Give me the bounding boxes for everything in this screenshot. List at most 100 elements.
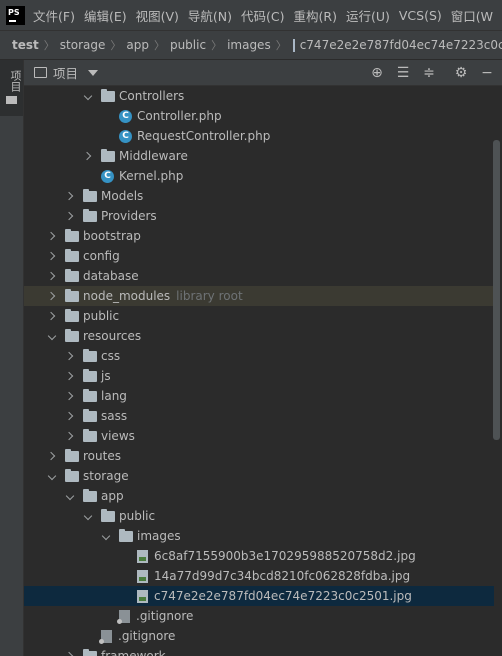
tree-file-row[interactable]: 6c8af7155900b3e170295988520758d2.jpg: [24, 546, 494, 566]
tree-folder-row[interactable]: database: [24, 266, 494, 286]
tree-item-label: routes: [83, 449, 121, 463]
tree-file-row[interactable]: .gitignore: [24, 606, 494, 626]
chevron-down-icon[interactable]: [84, 511, 94, 521]
tree-folder-row[interactable]: public: [24, 306, 494, 326]
menu-window[interactable]: 窗口(W: [451, 6, 493, 25]
chevron-right-icon[interactable]: [48, 251, 58, 261]
tree-folder-row[interactable]: views: [24, 426, 494, 446]
image-file-icon: [137, 549, 148, 563]
tree-file-row[interactable]: 14a77d99d7c34bcd8210fc062828fdba.jpg: [24, 566, 494, 586]
breadcrumb-item-storage[interactable]: storage: [60, 38, 106, 52]
tree-folder-row[interactable]: sass: [24, 406, 494, 426]
folder-icon: [83, 648, 97, 656]
folder-icon: [83, 408, 97, 422]
chevron-right-icon[interactable]: [66, 431, 76, 441]
tree-scrollbar[interactable]: [493, 140, 500, 440]
tree-folder-row[interactable]: config: [24, 246, 494, 266]
breadcrumb-item-images[interactable]: images: [227, 38, 271, 52]
tree-folder-row[interactable]: bootstrap: [24, 226, 494, 246]
locate-icon[interactable]: ⊕: [369, 65, 385, 81]
tree-item-label: Kernel.php: [119, 169, 184, 183]
folder-icon: [65, 308, 79, 322]
tree-folder-row[interactable]: css: [24, 346, 494, 366]
chevron-right-icon[interactable]: [84, 151, 94, 161]
chevron-down-icon[interactable]: [48, 331, 58, 341]
php-class-icon: C: [119, 109, 132, 123]
tree-folder-row[interactable]: Models: [24, 186, 494, 206]
tree-folder-row[interactable]: resources: [24, 326, 494, 346]
breadcrumb-separator-icon: 〉: [43, 39, 55, 52]
chevron-down-icon[interactable]: [102, 531, 112, 541]
chevron-right-icon[interactable]: [66, 351, 76, 361]
folder-icon: [83, 368, 97, 382]
tree-item-label: 6c8af7155900b3e170295988520758d2.jpg: [154, 549, 416, 563]
tree-file-row[interactable]: c747e2e2e787fd04ec74e7223c0c2501.jpg: [24, 586, 494, 606]
tree-item-label: .gitignore: [136, 609, 194, 623]
chevron-down-icon[interactable]: [84, 91, 94, 101]
tree-folder-row[interactable]: lang: [24, 386, 494, 406]
tree-folder-row[interactable]: images: [24, 526, 494, 546]
menu-view[interactable]: 视图(V): [136, 6, 179, 25]
menu-navigate[interactable]: 导航(N): [188, 6, 232, 25]
tree-folder-row[interactable]: app: [24, 486, 494, 506]
tree-file-row[interactable]: C RequestController.php: [24, 126, 494, 146]
folder-icon: [101, 88, 115, 102]
tree-item-label: css: [101, 349, 121, 363]
folder-icon: [65, 448, 79, 462]
tree-folder-row[interactable]: routes: [24, 446, 494, 466]
breadcrumb-item-test[interactable]: test: [12, 38, 39, 52]
tree-item-label: sass: [101, 409, 128, 423]
tree-file-row[interactable]: .gitignore: [24, 626, 494, 646]
chevron-right-icon[interactable]: [66, 391, 76, 401]
chevron-right-icon[interactable]: [48, 451, 58, 461]
menu-code[interactable]: 代码(C): [241, 6, 284, 25]
tree-file-row[interactable]: C Kernel.php: [24, 166, 494, 186]
tree-folder-row[interactable]: Controllers: [24, 86, 494, 106]
chevron-right-icon[interactable]: [66, 651, 76, 656]
tree-item-label: node_modules: [83, 289, 171, 303]
tree-folder-row[interactable]: public: [24, 506, 494, 526]
collapse-all-icon[interactable]: ≑: [421, 65, 437, 81]
chevron-right-icon[interactable]: [48, 231, 58, 241]
breadcrumb-item-public[interactable]: public: [170, 38, 206, 52]
chevron-down-icon[interactable]: [48, 471, 58, 481]
tree-folder-row[interactable]: node_modules library root: [24, 286, 494, 306]
tree-folder-row[interactable]: Providers: [24, 206, 494, 226]
project-tree[interactable]: Controllers C Controller.php C RequestContro…: [24, 86, 502, 656]
project-tool-tab[interactable]: 项目: [0, 60, 23, 116]
menu-edit[interactable]: 编辑(E): [84, 6, 127, 25]
project-panel-title[interactable]: 项目: [53, 63, 78, 82]
tree-folder-row[interactable]: js: [24, 366, 494, 386]
menu-refactor[interactable]: 重构(R): [294, 6, 337, 25]
breadcrumb-item-app[interactable]: app: [126, 38, 149, 52]
chevron-right-icon[interactable]: [48, 311, 58, 321]
menu-file[interactable]: 文件(F): [33, 6, 75, 25]
folder-icon: [83, 208, 97, 222]
chevron-right-icon[interactable]: [66, 211, 76, 221]
tree-folder-row[interactable]: Middleware: [24, 146, 494, 166]
folder-icon: [65, 268, 79, 282]
chevron-down-icon[interactable]: [88, 69, 99, 76]
tree-item-label: RequestController.php: [137, 129, 271, 143]
tree-item-label: .gitignore: [118, 629, 176, 643]
minimize-icon[interactable]: −: [479, 65, 495, 81]
tree-file-row[interactable]: C Controller.php: [24, 106, 494, 126]
chevron-down-icon[interactable]: [66, 491, 76, 501]
chevron-right-icon[interactable]: [48, 291, 58, 301]
image-file-icon: [292, 38, 295, 52]
expand-all-icon[interactable]: ☰: [395, 65, 411, 81]
tree-folder-row[interactable]: framework: [24, 646, 494, 656]
tree-item-label: storage: [83, 469, 129, 483]
tree-item-label: Controller.php: [137, 109, 222, 123]
tree-folder-row[interactable]: storage: [24, 466, 494, 486]
menu-run[interactable]: 运行(U): [346, 6, 390, 25]
chevron-right-icon[interactable]: [66, 371, 76, 381]
menu-vcs[interactable]: VCS(S): [399, 8, 442, 23]
breadcrumb-item-file[interactable]: c747e2e2e787fd04ec74e7223c0c2501.jpg: [300, 38, 502, 52]
settings-icon[interactable]: ⚙: [453, 65, 469, 81]
chevron-right-icon[interactable]: [48, 271, 58, 281]
folder-icon: [6, 96, 17, 104]
chevron-right-icon[interactable]: [66, 411, 76, 421]
tree-item-label: images: [137, 529, 181, 543]
chevron-right-icon[interactable]: [66, 191, 76, 201]
